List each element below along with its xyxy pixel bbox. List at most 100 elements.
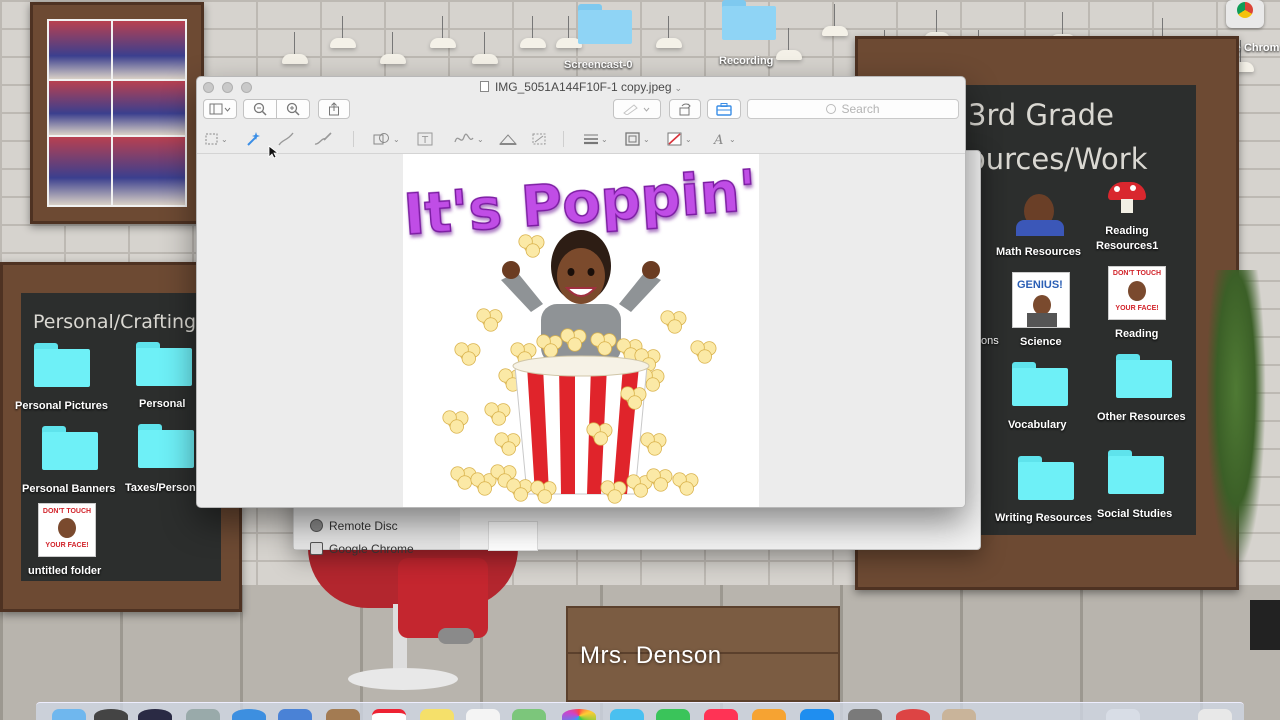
border-color-tool[interactable]: ⌄ [625,130,650,148]
chevron-down-icon: ⌄ [393,134,400,144]
personal-crafting-title: Personal/Crafting [33,311,197,333]
safari-icon[interactable] [232,709,266,720]
finder-file-thumbnail[interactable] [488,521,538,551]
music-icon[interactable] [704,709,738,720]
draw-tool[interactable] [313,130,333,148]
window-title[interactable]: IMG_5051A144F10F-1 copy.jpeg ⌄ [197,80,965,94]
app-store-icon[interactable] [800,709,834,720]
chevron-down-icon: ⌄ [477,134,484,144]
dock [36,702,1244,720]
adjust-color-icon [499,134,517,145]
folder-icon[interactable] [42,426,98,470]
popcorn-kernel [690,340,717,364]
folder-icon[interactable] [1018,456,1074,500]
launchpad-icon[interactable] [138,709,172,720]
photo-collage-frame[interactable] [30,2,204,224]
sign-tool[interactable]: ⌄ [453,130,484,148]
folder-icon[interactable] [1116,354,1172,398]
folder-icon[interactable] [138,424,194,468]
chrome-dock-icon[interactable] [896,709,930,720]
adjust-color-tool[interactable] [499,130,517,148]
system-icon[interactable] [186,709,220,720]
pencil-icon [278,132,294,146]
sidebar-view-button[interactable] [203,99,237,119]
border-color-icon [625,132,640,146]
folder-label[interactable]: Social Studies [1097,508,1172,520]
highlight-button[interactable] [613,99,661,119]
folder-icon[interactable] [136,342,192,386]
preview-content-area[interactable]: It's Poppin' [197,153,965,507]
folder-label[interactable]: Science [1020,336,1062,348]
resize-icon [532,133,546,145]
genius-text: GENIUS! [1017,279,1063,291]
sidebar-icon [209,103,231,115]
toolbox-icon [716,103,732,116]
sidebar-item-remote-disc[interactable]: Remote Disc [310,519,398,533]
finder-icon[interactable] [52,709,86,720]
draw-pen-icon [314,132,332,145]
folder-label[interactable]: Math Resources [996,246,1081,258]
instant-alpha-tool[interactable] [245,130,261,148]
folder-icon[interactable] [34,343,90,387]
selection-tool[interactable]: ⌄ [205,130,228,148]
mail-icon[interactable] [278,709,312,720]
downloads-icon[interactable] [1106,709,1140,720]
folder-label[interactable]: untitled folder [28,565,101,577]
preview-dock-icon[interactable] [942,709,976,720]
screencast-folder[interactable] [578,4,632,60]
markup-toolbar-button[interactable] [707,99,741,119]
siri-icon[interactable] [94,709,128,720]
math-resources-icon[interactable] [1016,190,1064,238]
fill-color-tool[interactable]: ⌄ [667,130,692,148]
zoom-out-button[interactable] [243,99,277,119]
text-style-tool[interactable]: A ⌄ [713,130,736,148]
sidebar-item-google-chrome[interactable]: Google Chrome [310,542,414,556]
science-genius-icon[interactable]: GENIUS! [1012,272,1070,328]
trash-icon[interactable] [1198,709,1232,720]
messages-icon[interactable] [610,709,644,720]
preview-window[interactable]: IMG_5051A144F10F-1 copy.jpeg ⌄ Search ⌄ ⌄ [196,76,966,508]
contacts-icon[interactable] [326,709,360,720]
notes-icon[interactable] [420,709,454,720]
calendar-icon[interactable] [372,709,406,720]
folder-icon [722,0,776,40]
reminders-icon[interactable] [466,709,500,720]
title-bar[interactable]: IMG_5051A144F10F-1 copy.jpeg ⌄ [197,77,965,97]
folder-label[interactable]: Other Resources [1097,411,1186,423]
google-chrome-app[interactable] [1222,0,1268,36]
rotate-button[interactable] [669,99,701,119]
folder-label[interactable]: Personal Pictures [15,400,108,412]
folder-icon[interactable] [1012,362,1068,406]
reading-sticker-icon[interactable]: DON'T TOUCH YOUR FACE! [1108,266,1166,320]
search-field[interactable]: Search [747,99,959,119]
preferences-icon[interactable] [848,709,882,720]
photos-icon[interactable] [562,709,596,720]
folder-label[interactable]: Personal Banners [22,483,116,495]
disc-icon [310,519,323,532]
recording-folder[interactable] [722,0,778,50]
facetime-icon[interactable] [656,709,690,720]
share-button[interactable] [318,99,350,119]
folder-label[interactable]: Taxes/Person [125,482,196,494]
folder-label[interactable]: Reading [1115,328,1158,340]
chevron-down-icon: ⌄ [221,134,228,144]
image-canvas[interactable]: It's Poppin' [403,154,759,507]
adjust-size-tool[interactable] [531,130,547,148]
books-icon[interactable] [752,709,786,720]
shapes-tool[interactable]: ⌄ [373,130,400,148]
folder-icon[interactable] [1108,450,1164,494]
sketch-tool[interactable] [277,130,295,148]
shape-style-tool[interactable]: ⌄ [583,130,608,148]
fill-color-icon [667,132,682,146]
folder-label[interactable]: Writing Resources [995,512,1092,524]
board-title-line2: ources/Work [968,142,1148,176]
maps-icon[interactable] [512,709,546,720]
folder-label[interactable]: Vocabulary [1008,419,1067,431]
its-poppin-bitmoji-image: It's Poppin' [403,158,759,504]
folder-label[interactable]: Reading Resources1 [1096,224,1158,254]
reading-resources-mushroom-icon[interactable] [1108,172,1148,216]
folder-label[interactable]: Personal [139,398,185,410]
zoom-in-button[interactable] [276,99,310,119]
bitmoji-thumbnail-icon[interactable]: DON'T TOUCH YOUR FACE! [38,503,96,557]
text-tool[interactable]: T [417,130,433,148]
